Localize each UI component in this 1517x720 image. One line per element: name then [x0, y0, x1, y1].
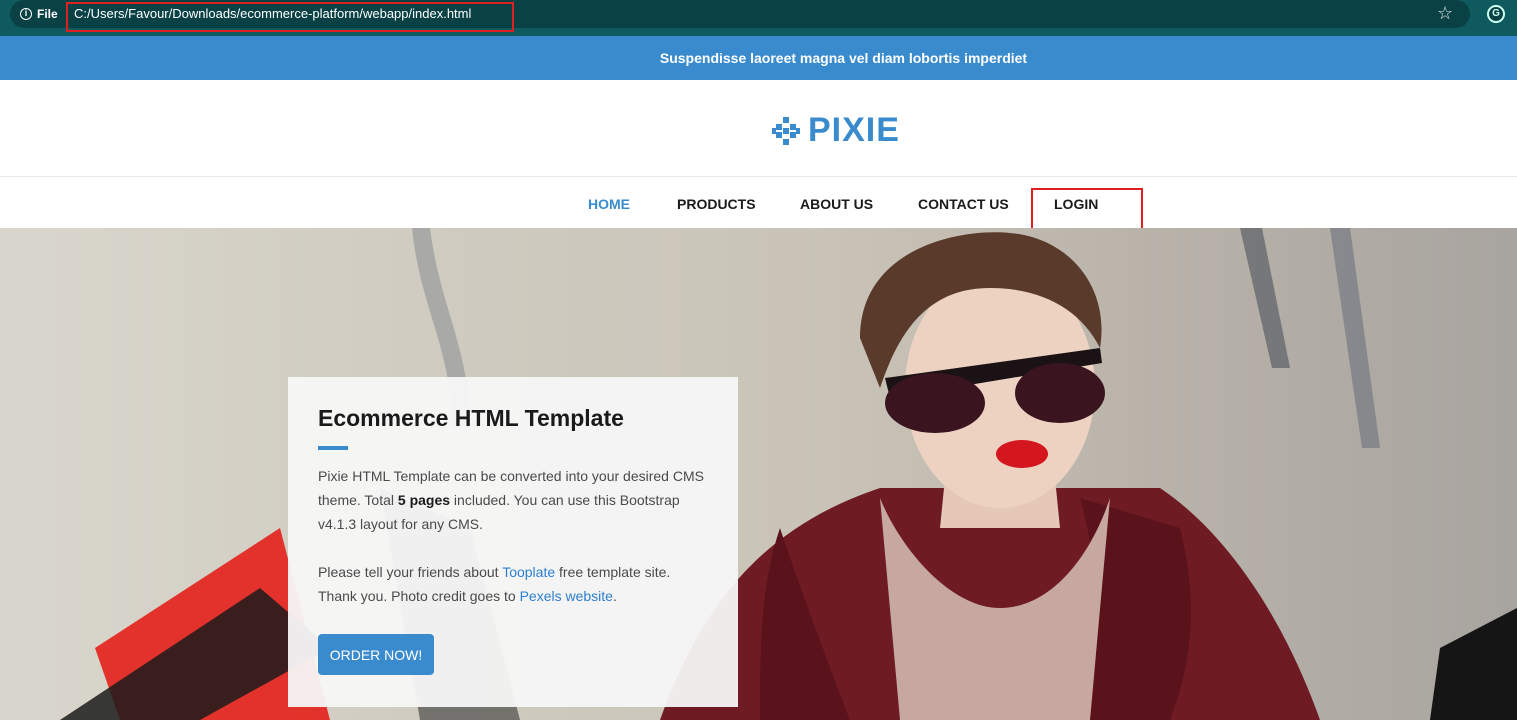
announcement-text: Suspendisse laoreet magna vel diam lobor… [659, 50, 1028, 66]
main-nav: HOME PRODUCTS ABOUT US CONTACT US LOGIN [0, 177, 1517, 235]
site-logo[interactable]: PIXIE [772, 111, 900, 150]
header-logo-area: PIXIE [0, 80, 1517, 177]
nav-contact-us[interactable]: CONTACT US [918, 196, 1009, 212]
site-info-button[interactable]: i File [20, 6, 58, 22]
hero-card: Ecommerce HTML Template Pixie HTML Templ… [288, 377, 738, 707]
hero-p2-text-c: . [612, 588, 617, 604]
hero-p2-text-a: Please tell your friends about [318, 564, 503, 580]
hero-p1-bold: 5 pages [397, 492, 451, 508]
hero-banner: Ecommerce HTML Template Pixie HTML Templ… [0, 228, 1517, 720]
site-info-label: File [37, 7, 58, 21]
hero-title: Ecommerce HTML Template [318, 405, 624, 431]
grammarly-icon[interactable]: G [1487, 5, 1505, 23]
pexels-link[interactable]: Pexels website [520, 588, 613, 604]
hero-background-image [60, 228, 1517, 720]
order-now-button[interactable]: ORDER NOW! [318, 634, 434, 675]
announcement-bar: Suspendisse laoreet magna vel diam lobor… [0, 36, 1517, 80]
logo-text: PIXIE [808, 111, 900, 149]
url-highlight-box [66, 2, 514, 32]
star-icon[interactable]: ☆ [1437, 3, 1453, 24]
nav-about-us[interactable]: ABOUT US [800, 196, 873, 212]
hero-title-underline [318, 446, 348, 450]
nav-products[interactable]: PRODUCTS [677, 196, 756, 212]
info-icon: i [20, 8, 32, 20]
nav-home[interactable]: HOME [588, 196, 630, 212]
browser-toolbar: i File C:/Users/Favour/Downloads/ecommer… [0, 0, 1517, 36]
hero-paragraph-1: Pixie HTML Template can be converted int… [318, 464, 708, 536]
tooplate-link[interactable]: Tooplate [502, 564, 555, 580]
hero-paragraph-2: Please tell your friends about Tooplate … [318, 560, 708, 608]
logo-mark-icon [772, 116, 800, 145]
